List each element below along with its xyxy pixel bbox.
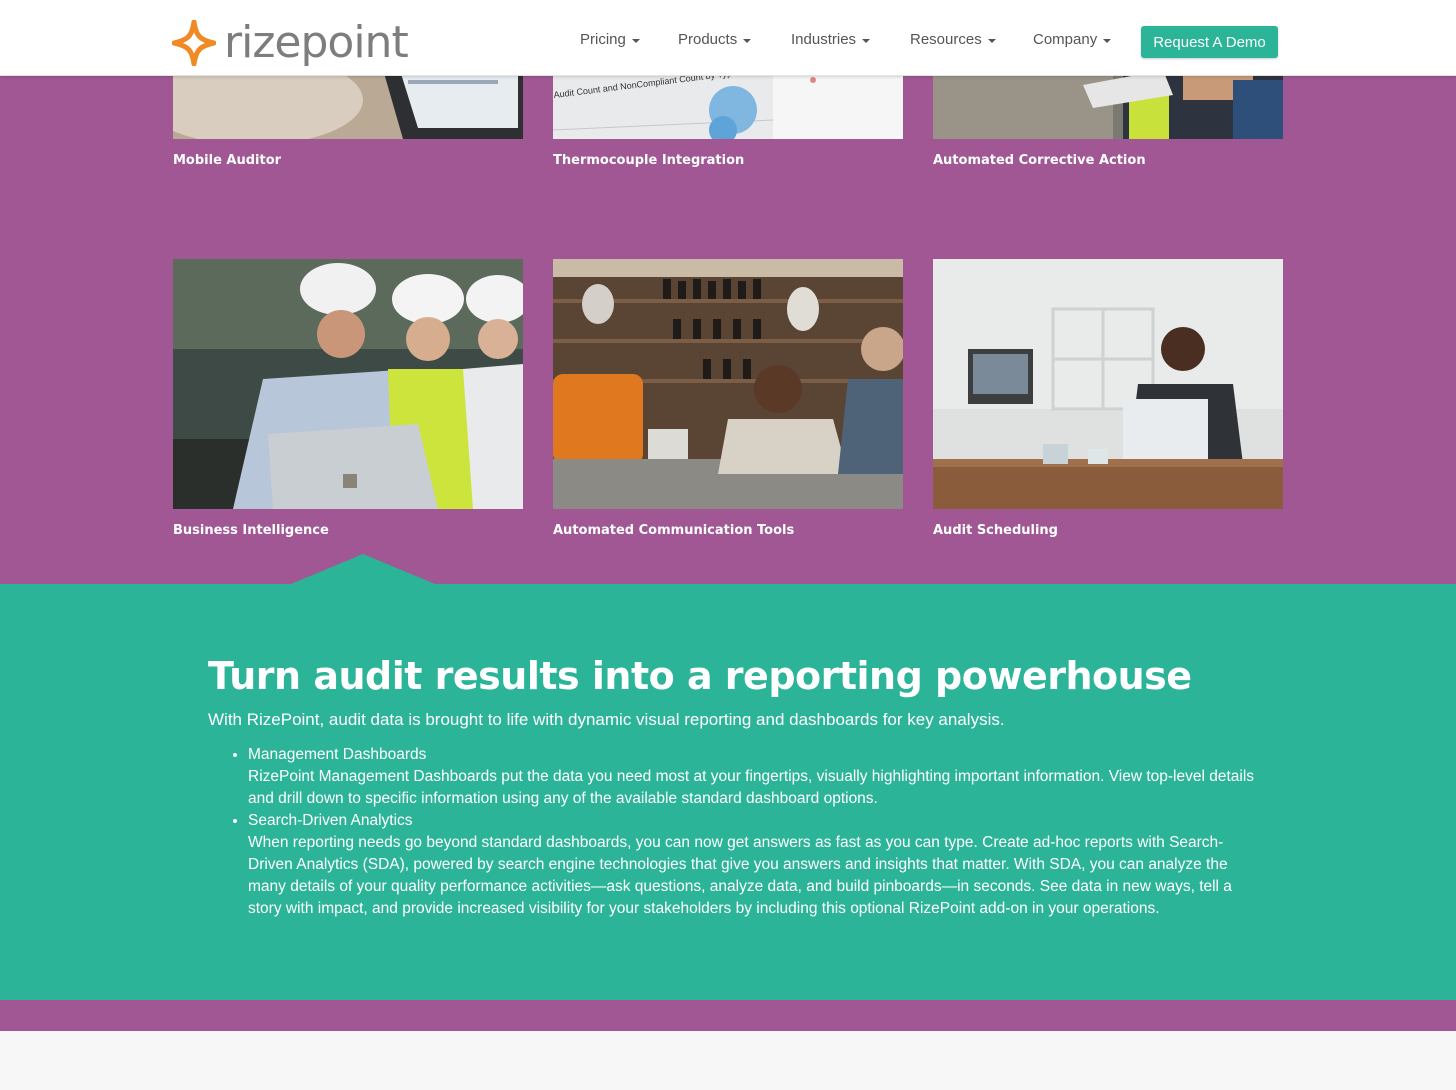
nav-label: Products [678, 31, 738, 48]
nav-industries[interactable]: Industries [791, 31, 871, 48]
logo[interactable]: rizepoint [172, 17, 409, 68]
nav-company[interactable]: Company [1033, 31, 1112, 48]
caret-down-icon [631, 38, 640, 43]
feature-caption[interactable]: Automated Communication Tools [553, 523, 794, 538]
feature-card-audit-scheduling[interactable]: Audit Scheduling [933, 259, 1283, 538]
section-intro: With RizePoint, audit data is brought to… [208, 710, 1005, 729]
page-footer-area [0, 1031, 1456, 1090]
feature-image[interactable] [933, 259, 1283, 509]
feature-caption[interactable]: Automated Corrective Action [933, 153, 1146, 168]
section-notch [291, 554, 435, 584]
rizepoint-star-icon [172, 20, 216, 66]
features-section: Mobile Auditor Audit Count and NonCompli… [0, 0, 1456, 584]
reporting-section: Turn audit results into a reporting powe… [0, 554, 1456, 1000]
caret-down-icon [862, 38, 871, 43]
section-heading: Turn audit results into a reporting powe… [208, 654, 1192, 698]
request-demo-button[interactable]: Request A Demo [1141, 26, 1278, 58]
nav-label: Company [1033, 31, 1098, 48]
section-divider [0, 1000, 1456, 1031]
caret-down-icon [987, 38, 996, 43]
feature-image[interactable] [173, 259, 523, 509]
caret-down-icon [743, 38, 752, 43]
list-item-title: Management Dashboards [248, 746, 427, 763]
feature-caption[interactable]: Business Intelligence [173, 523, 329, 538]
feature-image[interactable] [553, 259, 903, 509]
nav-products[interactable]: Products [678, 31, 752, 48]
feature-caption[interactable]: Thermocouple Integration [553, 153, 744, 168]
caret-down-icon [1103, 38, 1112, 43]
logo-text: rizepoint [224, 17, 409, 68]
nav-resources[interactable]: Resources [910, 31, 996, 48]
nav-label: Resources [910, 31, 982, 48]
feature-card-business-intelligence[interactable]: Business Intelligence [173, 259, 523, 538]
list-item: Search-Driven Analytics When reporting n… [248, 810, 1258, 920]
feature-card-communication-tools[interactable]: Automated Communication Tools [553, 259, 903, 538]
feature-list: Management Dashboards RizePoint Manageme… [248, 744, 1258, 920]
list-item-title: Search-Driven Analytics [248, 812, 413, 829]
nav-label: Pricing [580, 31, 626, 48]
list-item-body: When reporting needs go beyond standard … [248, 834, 1232, 917]
feature-caption[interactable]: Mobile Auditor [173, 153, 281, 168]
nav-pricing[interactable]: Pricing [580, 31, 640, 48]
site-header: rizepoint Pricing Products Industries Re… [0, 0, 1456, 76]
list-item-body: RizePoint Management Dashboards put the … [248, 768, 1255, 807]
nav-label: Industries [791, 31, 857, 48]
list-item: Management Dashboards RizePoint Manageme… [248, 744, 1258, 810]
feature-caption[interactable]: Audit Scheduling [933, 523, 1058, 538]
